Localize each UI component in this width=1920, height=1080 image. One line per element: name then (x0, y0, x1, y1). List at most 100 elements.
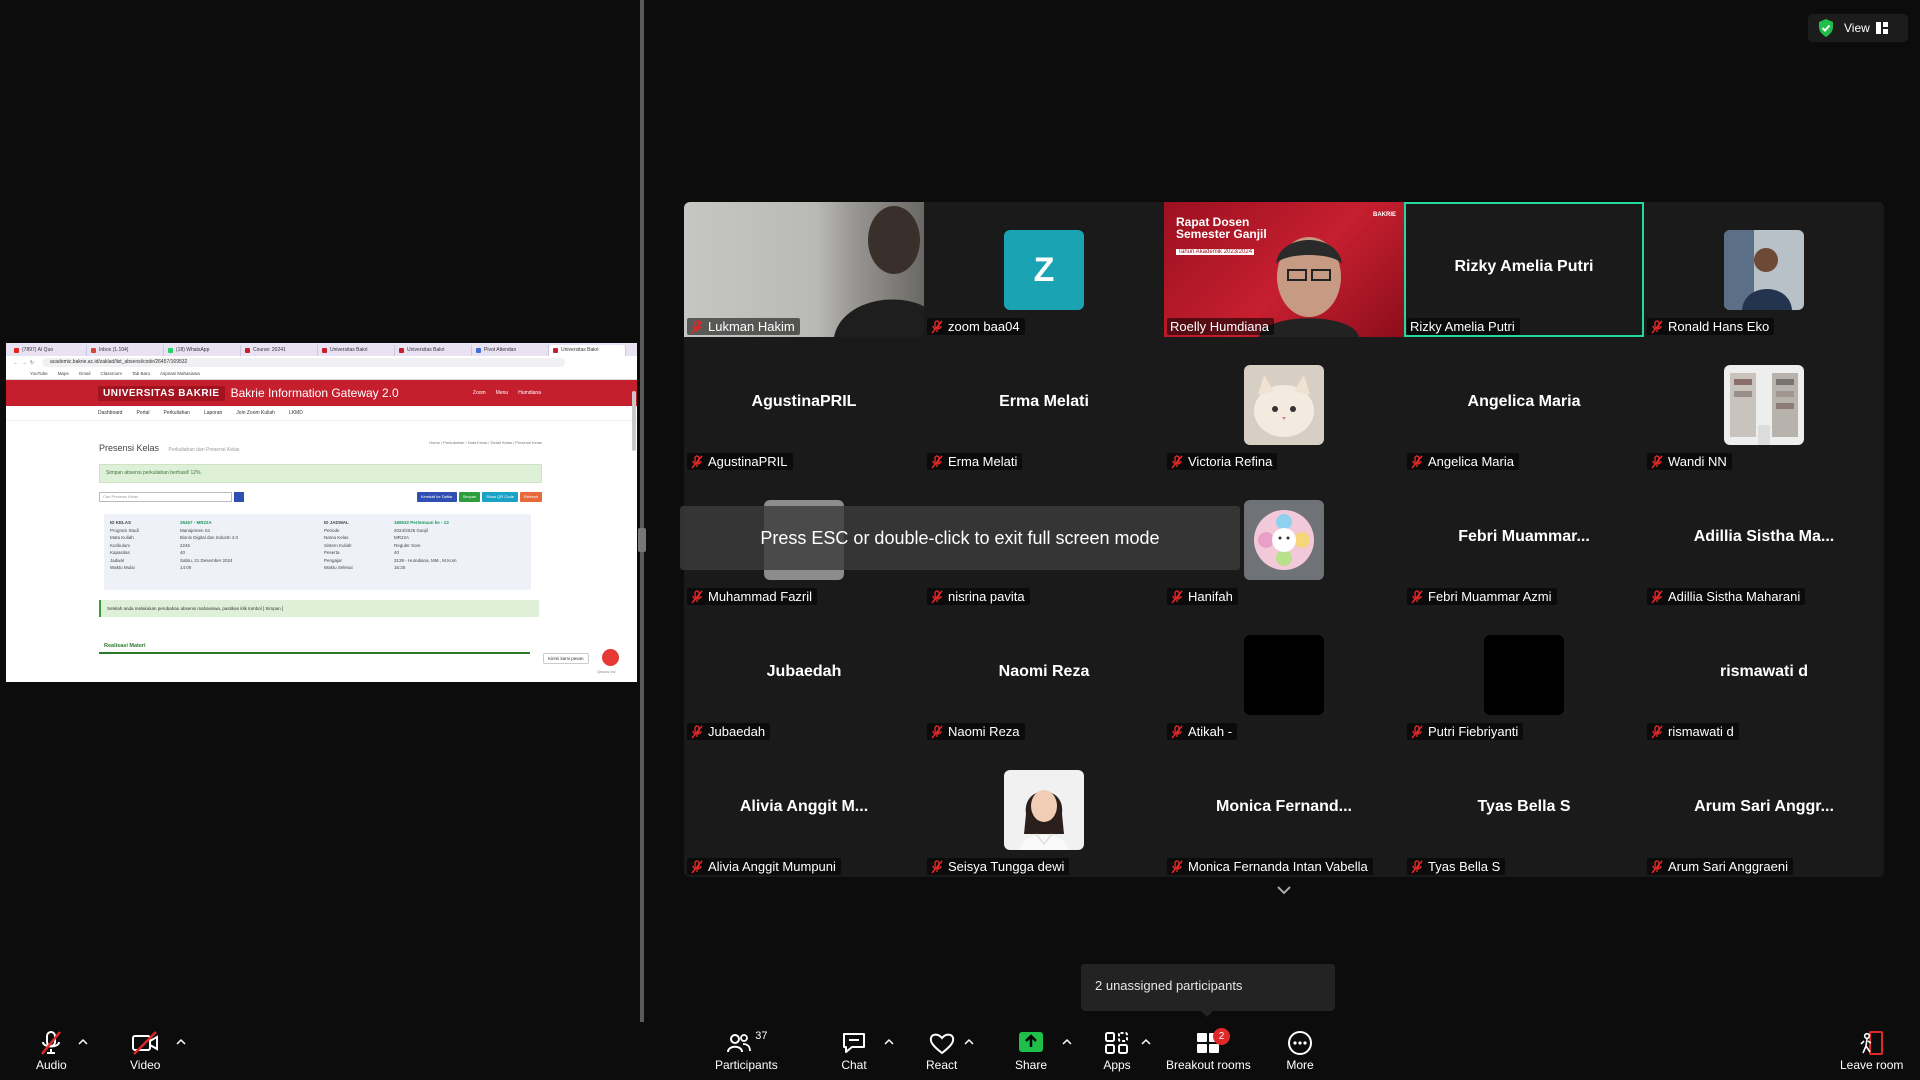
info-value: 26457 - MR22A (180, 520, 212, 525)
participant-tile[interactable]: AgustinaPRIL AgustinaPRIL (684, 337, 924, 472)
bookmark-item: Tab Baru (131, 371, 150, 376)
audio-caret-icon[interactable] (78, 1038, 88, 1046)
info-key: Peserta (324, 550, 340, 555)
browser-tab: (18) WhatsApp (164, 345, 241, 356)
participant-tile[interactable]: Rapat Dosen Semester Ganjil Tahun Akademik… (1164, 202, 1404, 337)
site-header-link: Zoom (472, 390, 486, 396)
info-key: ID JADWAL (324, 520, 349, 525)
browser-tab: Course: 20241 (241, 345, 318, 356)
participant-tile[interactable]: Putri Fiebriyanti (1404, 607, 1644, 742)
info-key: Kapasitas (110, 550, 130, 555)
success-alert: Simpan absensi perkuliahan berhasil! 12%… (99, 464, 542, 483)
participant-tile[interactable]: Erma Melati Erma Melati (924, 337, 1164, 472)
participant-name-label: Roelly Humdiana (1167, 318, 1274, 335)
back-icon: ← (13, 359, 19, 366)
participant-name-label: Atikah - (1167, 723, 1238, 740)
view-menu[interactable]: View (1808, 14, 1908, 42)
participant-name-label: Febri Muammar Azmi (1407, 588, 1557, 605)
chevron-down-icon[interactable] (1276, 884, 1292, 896)
share-button[interactable]: Share (1015, 1030, 1047, 1072)
video-caret-icon[interactable] (176, 1038, 186, 1046)
mic-muted-icon (691, 319, 703, 334)
participant-name: Arum Sari Anggraeni (1668, 859, 1788, 874)
info-value: 16:30 (394, 565, 406, 570)
participant-tile[interactable]: Monica Fernand... Monica Fernanda Intan V… (1164, 742, 1404, 877)
profile-photo (1484, 635, 1564, 715)
person-silhouette (834, 206, 924, 337)
person-photo (1004, 770, 1084, 850)
participant-name: Naomi Reza (948, 724, 1020, 739)
participant-name-label: Putri Fiebriyanti (1407, 723, 1524, 740)
profile-photo (1244, 635, 1324, 715)
view-label: View (1844, 21, 1870, 35)
chat-button[interactable]: Chat (840, 1030, 868, 1072)
shared-browser-window: (7897) AI Quo Inbox (1.104) (18) WhatsApp C… (6, 343, 637, 682)
mic-muted-icon (931, 589, 943, 604)
participant-tile[interactable]: Seisya Tungga dewi (924, 742, 1164, 877)
participant-tile[interactable]: Zzoom baa04 (924, 202, 1164, 337)
info-value: MR22A (394, 535, 410, 540)
mic-muted-icon (1171, 859, 1183, 874)
participant-tile[interactable]: Tyas Bella S Tyas Bella S (1404, 742, 1644, 877)
participants-icon (727, 1034, 752, 1053)
audio-button[interactable]: Audio (36, 1030, 67, 1072)
participant-tile[interactable]: Febri Muammar... Febri Muammar Azmi (1404, 472, 1644, 607)
participant-tile[interactable]: Victoria Refina (1164, 337, 1404, 472)
participant-display-name: Rizky Amelia Putri (1454, 258, 1594, 275)
video-button[interactable]: Video (130, 1030, 160, 1072)
bookmark-item: Gmail (78, 371, 91, 376)
leave-room-button[interactable]: Leave room (1840, 1030, 1903, 1072)
more-button[interactable]: More (1286, 1030, 1314, 1072)
more-icon (1288, 1031, 1312, 1055)
chat-widget-icon (602, 649, 619, 666)
browser-tab: Pivot Attendan (472, 345, 549, 356)
fullscreen-toast: Press ESC or double-click to exit full s… (680, 506, 1240, 570)
participant-tile[interactable]: Alivia Anggit M... Alivia Anggit Mumpuni (684, 742, 924, 877)
apps-caret-icon[interactable] (1141, 1038, 1151, 1046)
breakout-rooms-button[interactable]: Breakout rooms (1166, 1030, 1251, 1072)
react-button[interactable]: React (926, 1030, 957, 1072)
participant-name: Victoria Refina (1188, 454, 1273, 469)
participant-name-label: Lukman Hakim (687, 318, 800, 335)
participant-name: Erma Melati (948, 454, 1018, 469)
participant-tile[interactable]: Naomi Reza Naomi Reza (924, 607, 1164, 742)
info-right-keys: ID JADWAL Periode Nama Kelas Sistem Kuliah P… (324, 519, 353, 572)
participant-tile[interactable]: Wandi NN (1644, 337, 1884, 472)
page-subtitle: Perkuliahan dan Presensi Kelas (168, 447, 240, 453)
share-caret-icon[interactable] (1062, 1038, 1072, 1046)
profile-photo (1724, 365, 1804, 445)
react-caret-icon[interactable] (964, 1038, 974, 1046)
participant-display-name: Febri Muammar... (1458, 528, 1590, 545)
participant-tile[interactable]: Ronald Hans Eko (1644, 202, 1884, 337)
chat-widget-label: Qiscus Inc (597, 669, 616, 674)
mic-muted-icon (931, 859, 943, 874)
participant-tile[interactable]: rismawati d rismawati d (1644, 607, 1884, 742)
split-divider-handle[interactable] (638, 528, 646, 552)
participant-tile[interactable]: Lukman Hakim (684, 202, 924, 337)
participant-tile[interactable]: Jubaedah Jubaedah (684, 607, 924, 742)
apps-label: Apps (1103, 1058, 1131, 1072)
info-value: Sabtu, 21 Desember 2024 (180, 557, 233, 563)
info-key: Pengajar (324, 557, 343, 563)
participant-name: Muhammad Fazril (708, 589, 813, 604)
participant-tile[interactable]: Angelica Maria Angelica Maria (1404, 337, 1644, 472)
participant-tile[interactable]: Adillia Sistha Ma... Adillia Sistha Mahar… (1644, 472, 1884, 607)
participant-tile[interactable]: Atikah - (1164, 607, 1404, 742)
video-off-icon (132, 1031, 159, 1055)
split-divider[interactable] (640, 0, 644, 1022)
info-value: 40 (394, 550, 400, 555)
profile-photo (1244, 365, 1324, 445)
grid-view-icon (1875, 22, 1888, 34)
react-label: React (926, 1058, 958, 1072)
info-key: Mata Kuliah (110, 535, 134, 540)
mic-muted-icon (931, 454, 943, 469)
chat-caret-icon[interactable] (884, 1038, 894, 1046)
participant-tile[interactable]: Arum Sari Anggr... Arum Sari Anggraeni (1644, 742, 1884, 877)
info-key: Periode (324, 527, 340, 533)
apps-button[interactable]: Apps (1103, 1030, 1131, 1072)
info-key: Waktu Selesai (324, 565, 353, 570)
video-label: Video (130, 1058, 161, 1072)
participants-button[interactable]: 37 Participants (715, 1030, 778, 1072)
participant-tile[interactable]: Rizky Amelia Putri Rizky Amelia Putri (1404, 202, 1644, 337)
bookmark-item: YouTube (30, 371, 48, 376)
